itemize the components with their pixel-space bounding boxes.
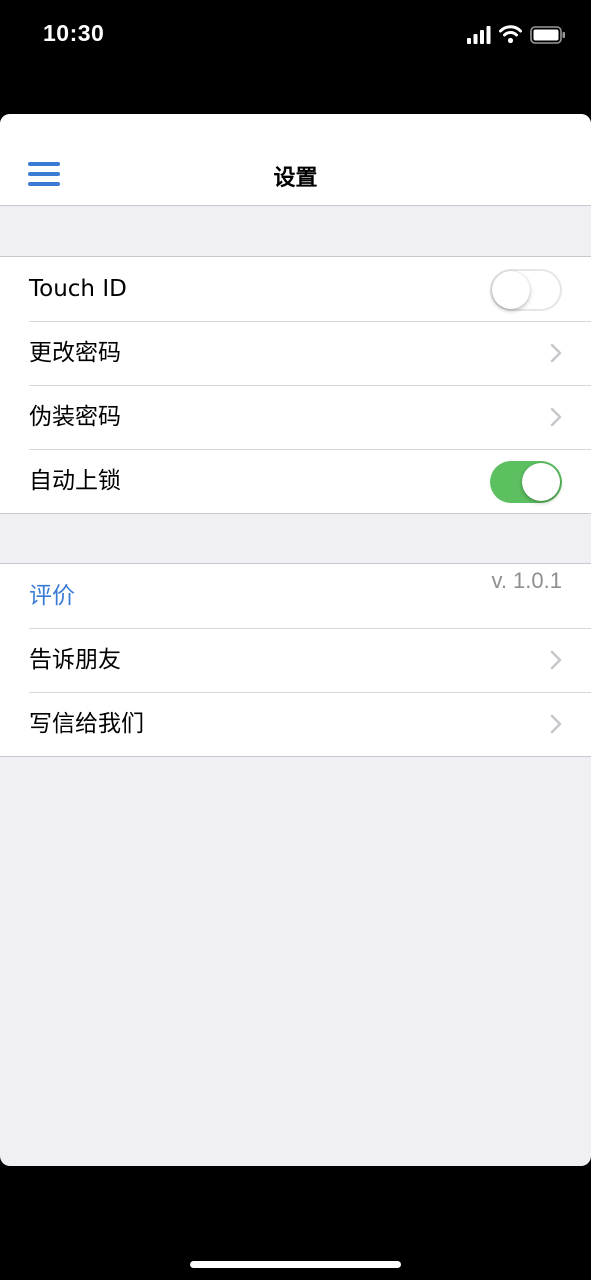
fake-password-label: 伪装密码 [29, 404, 121, 430]
chevron-right-icon [550, 650, 562, 670]
chevron-right-icon [550, 343, 562, 363]
cellular-signal-icon [467, 26, 491, 44]
about-settings-group: 评价 v. 1.0.1 告诉朋友 写信给我们 [0, 563, 591, 757]
chevron-right-icon [550, 407, 562, 427]
change-password-row[interactable]: 更改密码 [0, 321, 591, 385]
page-title: 设置 [273, 166, 318, 191]
home-indicator[interactable] [190, 1261, 401, 1268]
change-password-label: 更改密码 [29, 340, 121, 366]
write-us-row[interactable]: 写信给我们 [0, 692, 591, 756]
touch-id-label: Touch ID [29, 276, 127, 302]
status-time: 10:30 [43, 20, 105, 46]
version-label: v. 1.0.1 [491, 568, 562, 593]
touch-id-toggle[interactable] [490, 269, 562, 311]
touch-id-row: Touch ID [0, 257, 591, 321]
auto-lock-row: 自动上锁 [0, 449, 591, 513]
security-settings-group: Touch ID 更改密码 伪装密码 自动上锁 [0, 256, 591, 514]
write-us-label: 写信给我们 [29, 711, 144, 737]
fake-password-row[interactable]: 伪装密码 [0, 385, 591, 449]
tell-friends-row[interactable]: 告诉朋友 [0, 628, 591, 692]
battery-icon [530, 26, 565, 44]
tell-friends-label: 告诉朋友 [29, 647, 121, 673]
auto-lock-label: 自动上锁 [29, 468, 121, 494]
wifi-icon [499, 25, 522, 44]
rate-row[interactable]: 评价 v. 1.0.1 [0, 564, 591, 628]
settings-sheet: 设置 Touch ID 更改密码 伪装密码 自动上锁 评价 v. 1.0.1 告… [0, 114, 591, 1166]
status-bar: 10:30 [0, 0, 591, 72]
rate-link[interactable]: 评价 [29, 564, 75, 628]
chevron-right-icon [550, 714, 562, 734]
navigation-bar: 设置 [0, 114, 591, 206]
auto-lock-toggle[interactable] [490, 461, 562, 503]
